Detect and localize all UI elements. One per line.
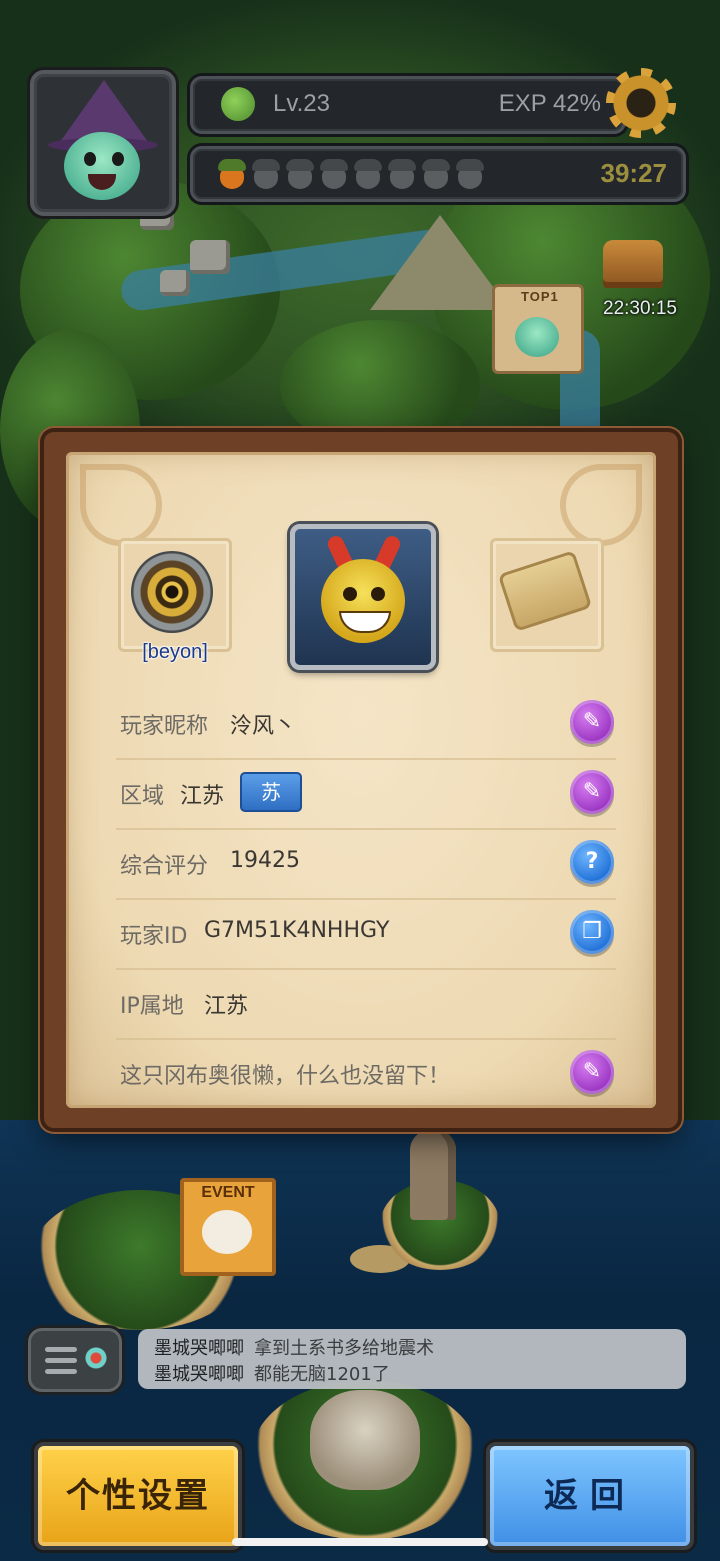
chat-user: 墨城哭唧唧 [154, 1338, 244, 1359]
region-tag: 苏 [240, 772, 302, 812]
chat-message: 墨城哭唧唧 拿到土系书多给地震术 [154, 1334, 434, 1360]
level-label: Lv.23 [273, 90, 330, 117]
acorn-icon [251, 155, 281, 191]
acorn-icon [285, 155, 315, 191]
level-bar: Lv.23 EXP 42% [190, 76, 626, 134]
ip-row: IP属地 江苏 [116, 968, 616, 1038]
pyramid-landmark [370, 215, 510, 310]
score-row: 综合评分 19425 ? [116, 828, 616, 898]
exp-label: EXP 42% [498, 90, 601, 117]
player-id-row: 玩家ID G7M51K4NHHGY ❐ [116, 898, 616, 968]
region-label: 区域 [120, 784, 165, 809]
profile-dialog: [beyon] 玩家昵称 泠风丶 ✎ 区域 江苏 苏 ✎ 综合评分 19425 … [44, 432, 678, 1128]
chat-ticker[interactable]: 墨城哭唧唧 拿到土系书多给地震术 墨城哭唧唧 都能无脑1201了 [138, 1329, 686, 1389]
chat-text: 都能无脑1201了 [254, 1364, 390, 1385]
top-rank-label: TOP1 [521, 289, 559, 304]
ip-label: IP属地 [120, 994, 184, 1019]
chat-user: 墨城哭唧唧 [154, 1364, 244, 1385]
acorn-icon [217, 155, 247, 191]
bunny-icon [202, 1210, 252, 1254]
acorn-row [217, 155, 485, 191]
region-value: 江苏 [180, 784, 225, 809]
score-label: 综合评分 [120, 854, 209, 879]
profile-parchment: [beyon] 玩家昵称 泠风丶 ✎ 区域 江苏 苏 ✎ 综合评分 19425 … [66, 452, 656, 1108]
top-rank-badge[interactable]: TOP1 [492, 284, 584, 374]
acorn-icon [353, 155, 383, 191]
edit-nickname-button[interactable]: ✎ [570, 700, 614, 744]
edit-region-button[interactable]: ✎ [570, 770, 614, 814]
radio-icon [85, 1347, 107, 1369]
acorn-icon [387, 155, 417, 191]
score-value: 19425 [230, 848, 300, 873]
settings-gear-icon[interactable] [606, 68, 676, 138]
stamina-timer: 39:27 [600, 158, 668, 188]
skull-island-landmark [310, 1390, 420, 1490]
stamina-bar: 39:27 [190, 146, 686, 202]
scroll-slot[interactable] [490, 538, 604, 652]
nickname-label: 玩家昵称 [120, 714, 209, 739]
event-label: EVENT [201, 1184, 255, 1201]
region-row: 区域 江苏 苏 ✎ [116, 758, 616, 828]
chat-menu-button[interactable] [28, 1328, 122, 1392]
chest-timer: 22:30:15 [603, 298, 677, 319]
treasure-chest-widget[interactable]: 22:30:15 [585, 210, 685, 320]
badge-slot[interactable]: [beyon] [118, 538, 232, 663]
back-button[interactable]: 返回 [486, 1442, 694, 1550]
acorn-icon [455, 155, 485, 191]
chest-icon [603, 240, 663, 288]
bio-row: 这只冈布奥很懒，什么也没留下！ ✎ [116, 1038, 616, 1108]
acorn-icon [319, 155, 349, 191]
acorn-icon [421, 155, 451, 191]
bio-text: 这只冈布奥很懒，什么也没留下！ [120, 1064, 451, 1089]
profile-info-list: 玩家昵称 泠风丶 ✎ 区域 江苏 苏 ✎ 综合评分 19425 ? 玩家ID G… [116, 690, 616, 1108]
score-help-button[interactable]: ? [570, 840, 614, 884]
chat-message: 墨城哭唧唧 都能无脑1201了 [154, 1360, 390, 1386]
ip-value: 江苏 [204, 994, 249, 1019]
scroll-quill-icon [497, 550, 593, 632]
tree-icon [221, 87, 255, 121]
copy-id-button[interactable]: ❐ [570, 910, 614, 954]
nickname-row: 玩家昵称 泠风丶 ✎ [116, 690, 616, 758]
chat-text: 拿到土系书多给地震术 [254, 1338, 434, 1359]
lighthouse-landmark [410, 1130, 456, 1220]
player-id-value: G7M51K4NHHGY [204, 918, 390, 943]
event-sign[interactable]: EVENT [180, 1178, 276, 1276]
edit-bio-button[interactable]: ✎ [570, 1050, 614, 1094]
nickname-value: 泠风丶 [230, 714, 297, 739]
character-portrait[interactable] [290, 524, 436, 670]
rank-avatar-icon [515, 317, 559, 357]
guild-emblem-icon [131, 551, 213, 633]
badge-caption: [beyon] [142, 641, 208, 663]
personalize-button[interactable]: 个性设置 [34, 1442, 242, 1550]
player-avatar[interactable] [30, 70, 176, 216]
player-id-label: 玩家ID [120, 924, 188, 949]
home-indicator[interactable] [232, 1538, 488, 1546]
